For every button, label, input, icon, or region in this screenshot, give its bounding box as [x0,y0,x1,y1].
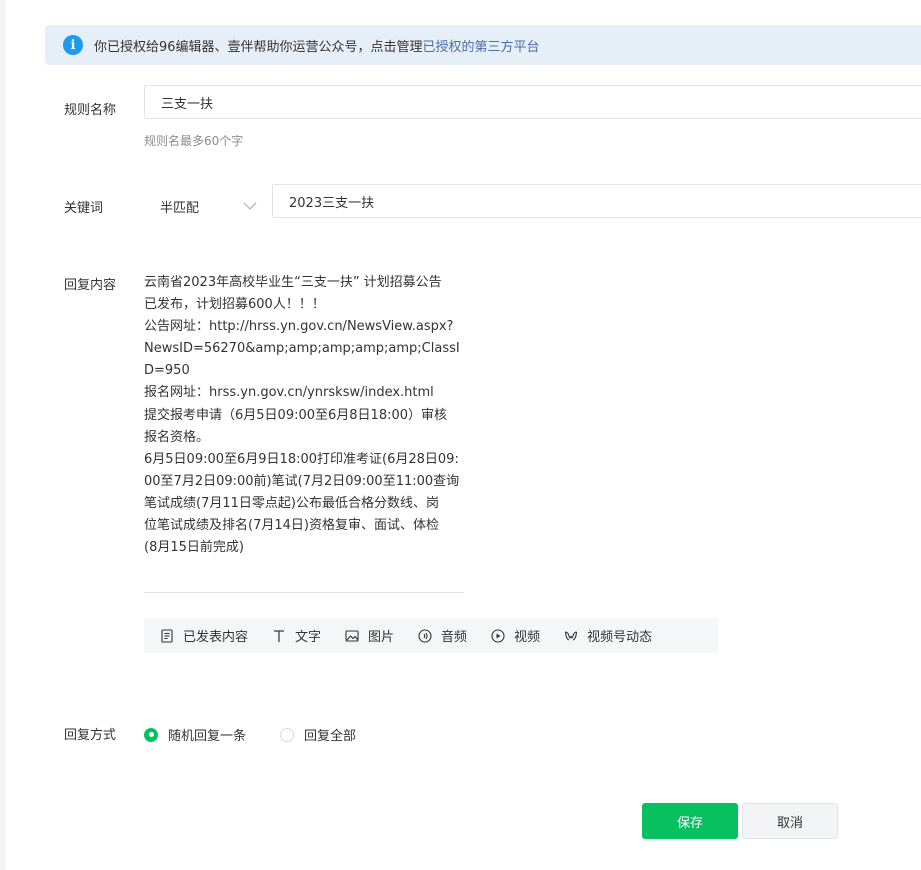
reply-content-line: 笔试成绩(7月11日零点起)公布最低合格分数线、岗 [144,495,439,511]
reply-content-label: 回复内容 [64,278,117,293]
reply-content-line: 6月5日09:00至6月9日18:00打印准考证(6月28日09: [144,451,459,467]
reply-content-line: NewsID=56270&amp;amp;amp;amp;amp;ClassI [144,341,460,357]
reply-content-line: D=950 [144,363,190,379]
reply-content-line: 位笔试成绩及排名(7月14日)资格复审、面试、体检 [144,518,439,534]
reply-content-editor[interactable]: 云南省2023年高校毕业生“三支一扶” 计划招募公告 已发布，计划招募600人！！… [144,272,466,559]
tool-published-content[interactable]: 已发表内容 [160,626,248,645]
notice-text: 你已授权给96编辑器、壹伴帮助你运营公众号，点击管理 [94,39,423,55]
cancel-button[interactable]: 取消 [742,803,838,839]
reply-content-line: 报名网址：hrss.yn.gov.cn/ynrsksw/index.html [144,385,434,401]
radio-unselected[interactable] [280,727,295,742]
reply-mode-random[interactable]: 随机回复一条 [144,725,246,744]
rule-name-input[interactable]: 三支一扶 [144,85,921,119]
tool-label: 已发表内容 [183,630,249,645]
published-content-icon [161,628,173,643]
tool-label: 图片 [368,630,395,645]
tool-label: 文字 [295,630,322,645]
rule-name-hint: 规则名最多60个字 [144,134,244,148]
reply-content-line: (8月15日前完成) [144,540,244,556]
reply-type-toolbar: 已发表内容 文字 图片 音频 视频 视频号动态 [144,618,718,653]
image-icon [345,629,359,642]
tool-label: 视频 [514,630,541,645]
keyword-input[interactable]: 2023三支一扶 [272,184,921,218]
reply-content-line: 报名资格。 [144,429,210,445]
reply-mode-label: 回复方式 [64,728,117,743]
video-icon [491,628,505,643]
channels-icon [565,630,578,641]
rule-name-label: 规则名称 [64,103,117,118]
info-icon: i [63,35,83,55]
audio-icon [418,628,432,643]
reply-content-line: 云南省2023年高校毕业生“三支一扶” 计划招募公告 [144,275,442,290]
match-mode-value: 半匹配 [160,200,200,216]
reply-content-line: 公告网址：http://hrss.yn.gov.cn/NewsView.aspx… [144,319,454,335]
left-border [0,0,6,870]
chevron-down-icon [243,202,257,210]
tool-label: 视频号动态 [587,630,653,645]
tool-text[interactable]: 文字 [272,626,321,645]
reply-mode-options: 随机回复一条 回复全部 [144,725,356,744]
radio-selected[interactable] [144,727,158,742]
match-mode-select[interactable]: 半匹配 [144,189,264,223]
keyword-value: 2023三支一扶 [289,195,375,211]
keyword-label: 关键词 [64,201,104,216]
tool-channels[interactable]: 视频号动态 [564,626,652,645]
reply-mode-random-label: 随机回复一条 [168,729,247,744]
save-button[interactable]: 保存 [642,803,738,839]
third-party-link[interactable]: 已授权的第三方平台 [423,36,540,55]
editor-divider [144,592,464,593]
reply-mode-all-label: 回复全部 [304,729,357,744]
reply-mode-all[interactable]: 回复全部 [280,725,356,744]
text-icon [274,629,285,642]
tool-label: 音频 [441,630,468,645]
reply-content-line: 已发布，计划招募600人！！！ [144,297,325,313]
reply-content-line: 00至7月2日09:00前)笔试(7月2日09:00至11:00查询 [144,473,460,489]
tool-audio[interactable]: 音频 [418,626,467,645]
tool-video[interactable]: 视频 [491,626,540,645]
rule-name-value: 三支一扶 [161,96,214,112]
tool-image[interactable]: 图片 [345,626,394,645]
reply-content-line: 提交报考申请（6月5日09:00至6月8日18:00）审核 [144,407,448,423]
authorization-notice: i 你已授权给96编辑器、壹伴帮助你运营公众号，点击管理 已授权的第三方平台 [45,25,921,65]
